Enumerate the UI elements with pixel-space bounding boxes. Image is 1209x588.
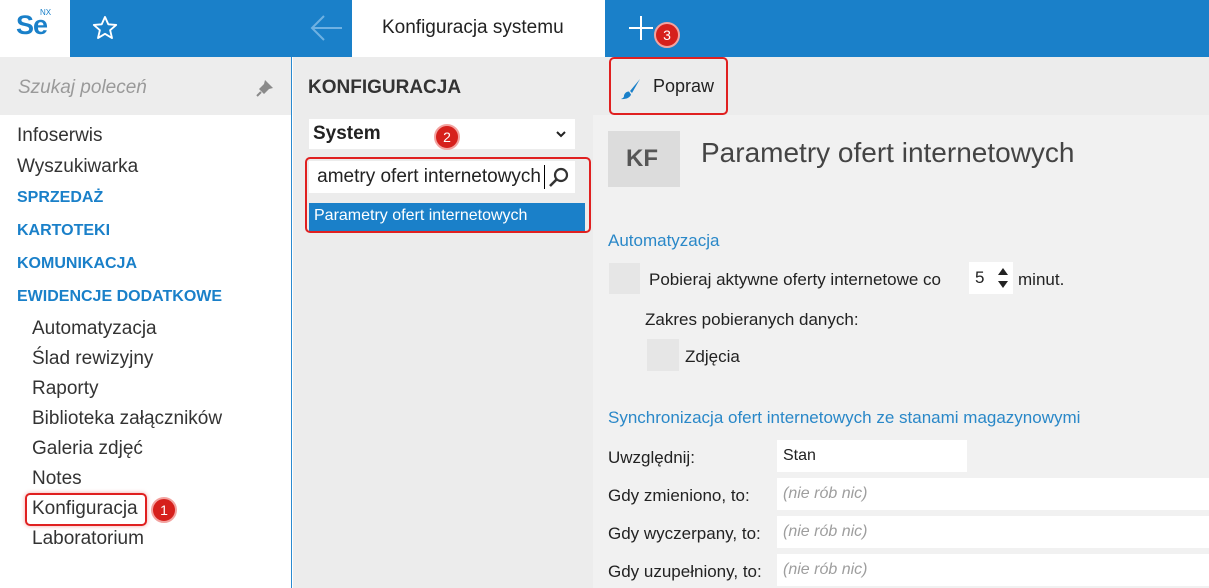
refilled-action-select[interactable]: (nie rób nic): [777, 554, 1209, 586]
sidebar-section-komunikacja[interactable]: KOMUNIKACJA: [17, 255, 137, 273]
record-type-badge: KF: [608, 131, 680, 187]
panel-title: KONFIGURACJA: [308, 77, 462, 98]
command-search-input[interactable]: Szukaj poleceń: [0, 57, 291, 115]
chevron-down-icon: [556, 131, 566, 138]
annotation-badge-3: 3: [654, 22, 680, 48]
sidebar-item-laboratorium[interactable]: Laboratorium: [32, 528, 144, 550]
annotation-badge-1: 1: [151, 497, 177, 523]
record-title: Parametry ofert internetowych: [701, 137, 1075, 168]
search-placeholder: Szukaj poleceń: [18, 77, 147, 98]
section-automatyzacja: Automatyzacja: [608, 231, 720, 250]
annotation-highlight-3: [609, 57, 728, 115]
changed-value: (nie rób nic): [783, 485, 868, 502]
sidebar-item-wyszukiwarka[interactable]: Wyszukiwarka: [17, 156, 138, 178]
annotation-highlight-2: [305, 157, 591, 233]
app-logo[interactable]: Se NX: [0, 0, 70, 57]
sidebar-section-kartoteki[interactable]: KARTOTEKI: [17, 222, 110, 240]
section-synchronizacja: Synchronizacja ofert internetowych ze st…: [608, 408, 1081, 427]
sidebar-item-biblioteka-zalacznikow[interactable]: Biblioteka załączników: [32, 408, 222, 430]
sidebar-section-sprzedaz[interactable]: SPRZEDAŻ: [17, 189, 103, 207]
photos-checkbox[interactable]: [647, 339, 679, 371]
refilled-value: (nie rób nic): [783, 561, 868, 578]
photos-label: Zdjęcia: [685, 347, 740, 366]
pin-icon[interactable]: [256, 79, 274, 97]
scope-label: Zakres pobieranych danych:: [645, 310, 859, 329]
changed-label: Gdy zmieniono, to:: [608, 486, 750, 505]
sidebar-item-automatyzacja[interactable]: Automatyzacja: [32, 318, 157, 340]
stepper-arrows-icon[interactable]: [997, 266, 1009, 290]
interval-value: 5: [975, 268, 985, 287]
fetch-offers-checkbox[interactable]: [609, 263, 640, 294]
sidebar-item-notes[interactable]: Notes: [32, 468, 82, 490]
empty-action-select[interactable]: (nie rób nic): [777, 516, 1209, 548]
parameters-form: Automatyzacja Pobieraj aktywne oferty in…: [593, 205, 1209, 588]
top-bar: Se NX Konfiguracja systemu: [0, 0, 1209, 57]
sidebar-section-ewidencje-dodatkowe[interactable]: EWIDENCJE DODATKOWE: [17, 288, 222, 306]
refilled-label: Gdy uzupełniony, to:: [608, 562, 762, 581]
logo-superscript: NX: [40, 8, 52, 17]
include-label: Uwzględnij:: [608, 448, 695, 467]
details-pane: Popraw KF Parametry ofert internetowych …: [593, 57, 1209, 588]
fetch-offers-label: Pobieraj aktywne oferty internetowe co: [649, 270, 941, 289]
interval-stepper[interactable]: 5: [969, 262, 1013, 294]
star-icon[interactable]: [91, 14, 119, 42]
sidebar-item-infoserwis[interactable]: Infoserwis: [17, 125, 103, 147]
back-arrow-icon[interactable]: [308, 14, 344, 42]
include-value: Stan: [783, 447, 816, 464]
sidebar-item-galeria-zdjec[interactable]: Galeria zdjęć: [32, 438, 143, 460]
tab-konfiguracja-systemu[interactable]: Konfiguracja systemu: [352, 0, 605, 57]
tab-label: Konfiguracja systemu: [382, 17, 564, 38]
sidebar-item-slad-rewizyjny[interactable]: Ślad rewizyjny: [32, 348, 153, 370]
select-value: System: [313, 123, 381, 144]
sidebar-item-raporty[interactable]: Raporty: [32, 378, 99, 400]
empty-value: (nie rób nic): [783, 523, 868, 540]
include-select[interactable]: Stan: [777, 440, 967, 472]
annotation-badge-2: 2: [434, 124, 460, 150]
record-type-abbr: KF: [626, 145, 658, 172]
changed-action-select[interactable]: (nie rób nic): [777, 478, 1209, 510]
interval-unit: minut.: [1018, 270, 1065, 289]
new-tab-plus-icon[interactable]: [627, 14, 655, 42]
empty-label: Gdy wyczerpany, to:: [608, 524, 761, 543]
annotation-highlight-1: [25, 493, 147, 526]
